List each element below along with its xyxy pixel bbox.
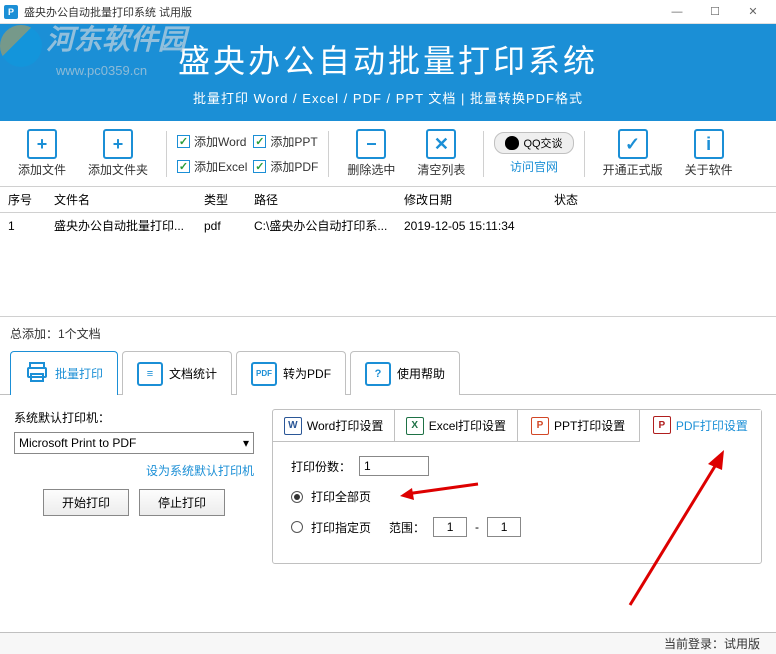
banner-subtitle: 批量打印 Word / Excel / PDF / PPT 文档 | 批量转换P…: [0, 88, 776, 107]
x-file-icon: ✕: [426, 129, 456, 159]
checkbox-add-excel[interactable]: ✓添加Excel: [177, 158, 247, 175]
separator: [483, 131, 484, 177]
plus-file-icon: +: [27, 129, 57, 159]
ppt-icon: P: [531, 417, 549, 435]
doc-lines-icon: ≡: [137, 362, 163, 386]
col-mtime[interactable]: 修改日期: [396, 187, 546, 213]
plus-folder-icon: +: [103, 129, 133, 159]
window-title: 盛央办公自动批量打印系统 试用版: [24, 4, 192, 20]
pdf-icon: P: [653, 416, 671, 434]
printer-select[interactable]: Microsoft Print to PDF ▾: [14, 432, 254, 454]
range-label: 范围：: [389, 519, 425, 536]
file-table-wrap[interactable]: 序号 文件名 类型 路径 修改日期 状态 1 盛央办公自动批量打印... pdf…: [0, 187, 776, 317]
visit-site-link[interactable]: 访问官网: [510, 158, 558, 175]
tab-help[interactable]: ? 使用帮助: [350, 351, 460, 395]
word-icon: W: [284, 417, 302, 435]
tab-to-pdf[interactable]: PDF 转为PDF: [236, 351, 346, 395]
check-file-icon: ✓: [618, 129, 648, 159]
delete-selected-button[interactable]: − 删除选中: [339, 127, 403, 180]
app-banner: 盛央办公自动批量打印系统 批量打印 Word / Excel / PDF / P…: [0, 24, 776, 121]
set-default-printer-link[interactable]: 设为系统默认打印机: [146, 464, 254, 478]
start-print-button[interactable]: 开始打印: [43, 489, 129, 516]
printer-select-panel: 系统默认打印机： Microsoft Print to PDF ▾ 设为系统默认…: [14, 409, 254, 564]
separator: [166, 131, 167, 177]
file-table: 序号 文件名 类型 路径 修改日期 状态 1 盛央办公自动批量打印... pdf…: [0, 187, 776, 238]
subtab-excel[interactable]: XExcel打印设置: [395, 410, 517, 441]
radio-all-pages[interactable]: [291, 491, 303, 503]
info-file-icon: i: [694, 129, 724, 159]
table-row[interactable]: 1 盛央办公自动批量打印... pdf C:\盛央办公自动打印系... 2019…: [0, 213, 776, 239]
subtab-word[interactable]: WWord打印设置: [273, 410, 395, 441]
upgrade-button[interactable]: ✓ 开通正式版: [595, 127, 671, 180]
check-icon: ✓: [177, 160, 190, 173]
print-settings-panel: WWord打印设置 XExcel打印设置 PPPT打印设置 PPDF打印设置 打…: [272, 409, 762, 564]
close-button[interactable]: ✕: [734, 0, 772, 24]
total-count: 总添加：1个文档: [0, 317, 776, 350]
banner-title: 盛央办公自动批量打印系统: [0, 36, 776, 82]
add-folder-button[interactable]: + 添加文件夹: [80, 127, 156, 180]
add-file-button[interactable]: + 添加文件: [10, 127, 74, 180]
excel-icon: X: [406, 417, 424, 435]
subtab-ppt[interactable]: PPPT打印设置: [518, 410, 640, 441]
separator: [328, 131, 329, 177]
app-icon: P: [4, 5, 18, 19]
chevron-down-icon: ▾: [243, 436, 249, 450]
range-pages-label: 打印指定页: [311, 519, 371, 536]
format-subtabs: WWord打印设置 XExcel打印设置 PPPT打印设置 PPDF打印设置: [273, 410, 761, 442]
main-tabs: 批量打印 ≡ 文档统计 PDF 转为PDF ? 使用帮助: [0, 350, 776, 395]
radio-range-pages[interactable]: [291, 521, 303, 533]
subtab-pdf[interactable]: PPDF打印设置: [640, 410, 761, 442]
check-icon: ✓: [177, 135, 190, 148]
all-pages-label: 打印全部页: [311, 488, 371, 505]
range-from-input[interactable]: [433, 517, 467, 537]
pdf-settings-body: 打印份数： 打印全部页 打印指定页 范围： -: [273, 442, 761, 563]
window-titlebar: P 盛央办公自动批量打印系统 试用版 — ☐ ✕: [0, 0, 776, 24]
qq-chat-button[interactable]: QQ交谈: [494, 132, 573, 154]
qq-penguin-icon: [505, 136, 519, 150]
col-path[interactable]: 路径: [246, 187, 396, 213]
range-to-input[interactable]: [487, 517, 521, 537]
check-icon: ✓: [253, 160, 266, 173]
minimize-button[interactable]: —: [658, 0, 696, 24]
minus-file-icon: −: [356, 129, 386, 159]
checkbox-add-pdf[interactable]: ✓添加PDF: [253, 158, 318, 175]
status-bar: 当前登录：试用版: [0, 632, 776, 654]
login-status: 当前登录：试用版: [664, 635, 760, 652]
tab-doc-stats[interactable]: ≡ 文档统计: [122, 351, 232, 395]
col-type[interactable]: 类型: [196, 187, 246, 213]
col-no[interactable]: 序号: [0, 187, 46, 213]
checkbox-add-ppt[interactable]: ✓添加PPT: [253, 133, 318, 150]
clear-list-button[interactable]: ✕ 清空列表: [409, 127, 473, 180]
main-toolbar: + 添加文件 + 添加文件夹 ✓添加Word ✓添加Excel ✓添加PPT ✓…: [0, 121, 776, 187]
question-icon: ?: [365, 362, 391, 386]
stop-print-button[interactable]: 停止打印: [139, 489, 225, 516]
copies-input[interactable]: [359, 456, 429, 476]
checkbox-add-word[interactable]: ✓添加Word: [177, 133, 247, 150]
check-icon: ✓: [253, 135, 266, 148]
print-panel: 系统默认打印机： Microsoft Print to PDF ▾ 设为系统默认…: [0, 395, 776, 578]
pdf-icon: PDF: [251, 362, 277, 386]
col-status[interactable]: 状态: [546, 187, 776, 213]
tab-batch-print[interactable]: 批量打印: [10, 351, 118, 395]
copies-label: 打印份数：: [291, 458, 351, 475]
about-button[interactable]: i 关于软件: [677, 127, 741, 180]
maximize-button[interactable]: ☐: [696, 0, 734, 24]
printer-label: 系统默认打印机：: [14, 409, 254, 426]
col-name[interactable]: 文件名: [46, 187, 196, 213]
separator: [584, 131, 585, 177]
printer-icon: [25, 360, 49, 387]
